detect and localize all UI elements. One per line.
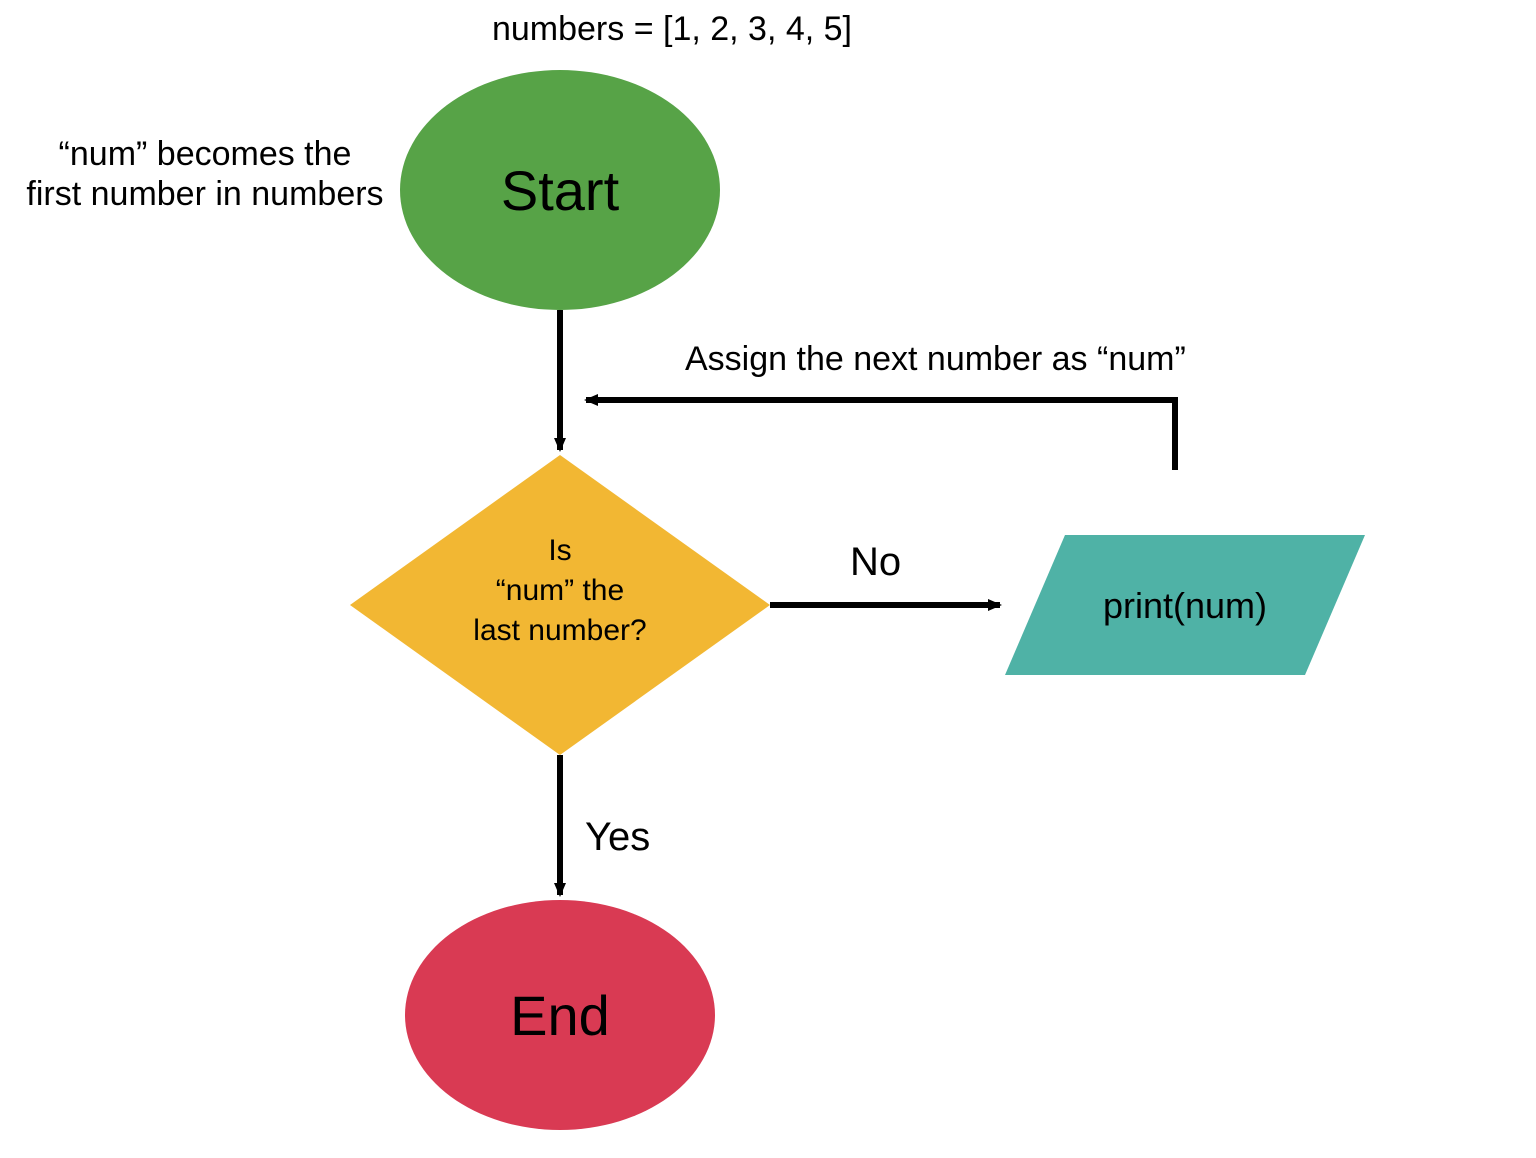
- edge-no-label: No: [850, 540, 901, 584]
- first-assign-text-line2: first number in numbers: [26, 175, 383, 213]
- edge-loop-back: [586, 400, 1175, 470]
- flowchart-canvas: numbers = [1, 2, 3, 4, 5] “num” becomes …: [0, 0, 1536, 1158]
- decision-node-label-l1: Is: [548, 534, 571, 567]
- loop-assign-text: Assign the next number as “num”: [685, 340, 1186, 378]
- edge-yes-label: Yes: [585, 815, 650, 859]
- end-node-label: End: [510, 984, 610, 1047]
- end-node: End: [405, 900, 715, 1130]
- numbers-declaration-text: numbers = [1, 2, 3, 4, 5]: [492, 10, 852, 48]
- decision-node: Is “num” the last number?: [350, 455, 770, 755]
- process-node-label: print(num): [1103, 585, 1267, 626]
- decision-node-label-l2: “num” the: [496, 574, 624, 607]
- start-node-label: Start: [501, 159, 620, 222]
- decision-node-label-l3: last number?: [473, 614, 646, 647]
- first-assign-text-line1: “num” becomes the: [59, 135, 352, 173]
- process-node: print(num): [1005, 535, 1365, 675]
- start-node: Start: [400, 70, 720, 310]
